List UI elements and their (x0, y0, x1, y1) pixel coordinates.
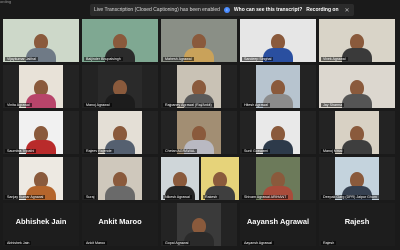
participant-video (256, 111, 300, 154)
participant-name: Nikesh Agrawal (163, 195, 192, 199)
participant-tile[interactable]: Shivam Agrawal ARIHANT (240, 157, 316, 200)
participant-tile[interactable]: Suraj (82, 157, 158, 200)
participant-tile[interactable]: Sunil Goswami (240, 111, 316, 154)
participant-video (335, 111, 379, 154)
participant-name: Hitesh Agrawal (242, 103, 270, 107)
participant-video (98, 65, 142, 108)
transcription-banner: Live Transcription (Closed Captioning) h… (90, 4, 354, 16)
participant-tile[interactable]: Jay Sharma (319, 65, 395, 108)
participant-video (19, 65, 63, 108)
participant-video (335, 157, 379, 200)
participant-video (240, 19, 316, 62)
participant-tile[interactable]: Deepak Garg (DPR) Jaipur Ghum (319, 157, 395, 200)
participant-name: Ankit Maroo (84, 241, 108, 245)
participant-video (177, 111, 221, 154)
participant-tile[interactable]: Sandeep Singhal (240, 19, 316, 62)
participant-name: Sanjay Kumar Agrawal (5, 195, 46, 199)
participant-tile[interactable]: Abhishek Jain Abhishek Jain (3, 203, 79, 246)
participant-name: Rajpaney Agrawal (Raj/Ankit) (163, 103, 214, 107)
participant-video (161, 19, 237, 62)
participant-name: Manoj Agrawal (84, 103, 112, 107)
participant-name: Abhishek Jain (5, 241, 32, 245)
participant-tile[interactable]: Ankit Maroo Ankit Maroo (82, 203, 158, 246)
participant-tile[interactable]: Aayansh Agrawal Aayansh Agrawal (240, 203, 316, 246)
participant-name: Mahesh Agrawal (163, 57, 194, 61)
participant-video (98, 111, 142, 154)
participant-name: Saumitra Tripathi (5, 149, 37, 153)
participant-name: Suraj (84, 195, 97, 199)
participant-video (256, 65, 300, 108)
participant-tile[interactable]: Nikesh Agrawal (161, 157, 199, 200)
participant-display-name: Ankit Maroo (98, 217, 142, 226)
participant-display-name: Aayansh Agrawal (246, 217, 310, 226)
participant-video (177, 65, 221, 108)
participant-video (3, 19, 79, 62)
participant-tile[interactable]: Rajesh Rajesh (319, 203, 395, 246)
participant-display-name: Abhishek Jain (15, 217, 67, 226)
participant-name: Vijaykumar Jalihal (5, 57, 38, 61)
participant-video (19, 157, 63, 200)
recording-status: Recording on (306, 7, 339, 13)
participant-tile[interactable]: Manoj Agrawal (82, 65, 158, 108)
participant-tile[interactable]: Rakesh (201, 157, 239, 200)
participant-tile[interactable]: Rajpaney Agrawal (Raj/Ankit) (161, 65, 237, 108)
participant-name: Shivam Agrawal ARIHANT (242, 195, 289, 199)
participant-name: Baljinder Bhupalsingh (84, 57, 123, 61)
meeting-top-bar: ording Live Transcription (Closed Captio… (0, 0, 400, 18)
transcript-visibility-link[interactable]: Who can see this transcript? (234, 7, 302, 13)
participant-video (201, 157, 239, 200)
participant-tile[interactable]: Vijaykumar Jalihal (3, 19, 79, 62)
banner-message: Live Transcription (Closed Captioning) h… (94, 7, 220, 13)
participant-video (19, 111, 63, 154)
participant-tile[interactable]: Chetan AGRAWAL (161, 111, 237, 154)
participant-video (256, 157, 300, 200)
participant-tile[interactable]: Sanjay Kumar Agrawal (3, 157, 79, 200)
participant-silhouette (342, 80, 372, 108)
participant-name: Aayansh Agrawal (242, 241, 274, 245)
info-icon: i (223, 7, 230, 13)
participant-tile[interactable]: Rajeev Rajende (82, 111, 158, 154)
close-icon[interactable]: ✕ (345, 7, 350, 14)
participant-name: Sunil Goswami (242, 149, 270, 153)
participant-name: Manoj Mittal (321, 149, 345, 153)
participant-tile[interactable]: Saumitra Tripathi (3, 111, 79, 154)
participant-video (161, 157, 199, 200)
participant-tile[interactable]: Baljinder Bhupalsingh (82, 19, 158, 62)
participant-name: Gopal Agrawal (163, 241, 191, 245)
participant-video (98, 157, 142, 200)
participant-name: Rajesh (321, 241, 337, 245)
participant-name: Rakesh (203, 195, 220, 199)
participant-tile[interactable]: Manoj Mittal (319, 111, 395, 154)
participant-name: Vinita Agrawal (5, 103, 32, 107)
participant-name: Vivek Agrawal (321, 57, 348, 61)
participant-name: Chetan AGRAWAL (163, 149, 198, 153)
participant-name: Jay Sharma (321, 103, 345, 107)
participant-video (82, 19, 158, 62)
participant-name: Sandeep Singhal (242, 57, 274, 61)
participant-tile[interactable]: Mahesh Agrawal (161, 19, 237, 62)
participant-silhouette (105, 172, 135, 200)
participant-tile[interactable]: Vinita Agrawal (3, 65, 79, 108)
participant-gallery: Vijaykumar Jalihal Baljinder Bhupalsingh M… (3, 19, 399, 247)
participant-video (177, 203, 221, 246)
participant-silhouette (342, 126, 372, 154)
participant-tile[interactable]: Vivek Agrawal (319, 19, 395, 62)
participant-name: Deepak Garg (DPR) Jaipur Ghum (321, 195, 379, 199)
recording-label: ording (0, 0, 12, 4)
participant-video (319, 19, 395, 62)
participant-video (319, 65, 395, 108)
participant-tile[interactable]: Gopal Agrawal (161, 203, 237, 246)
participant-name: Rajeev Rajende (84, 149, 114, 153)
participant-tile[interactable]: Hitesh Agrawal (240, 65, 316, 108)
participant-display-name: Rajesh (344, 217, 370, 226)
